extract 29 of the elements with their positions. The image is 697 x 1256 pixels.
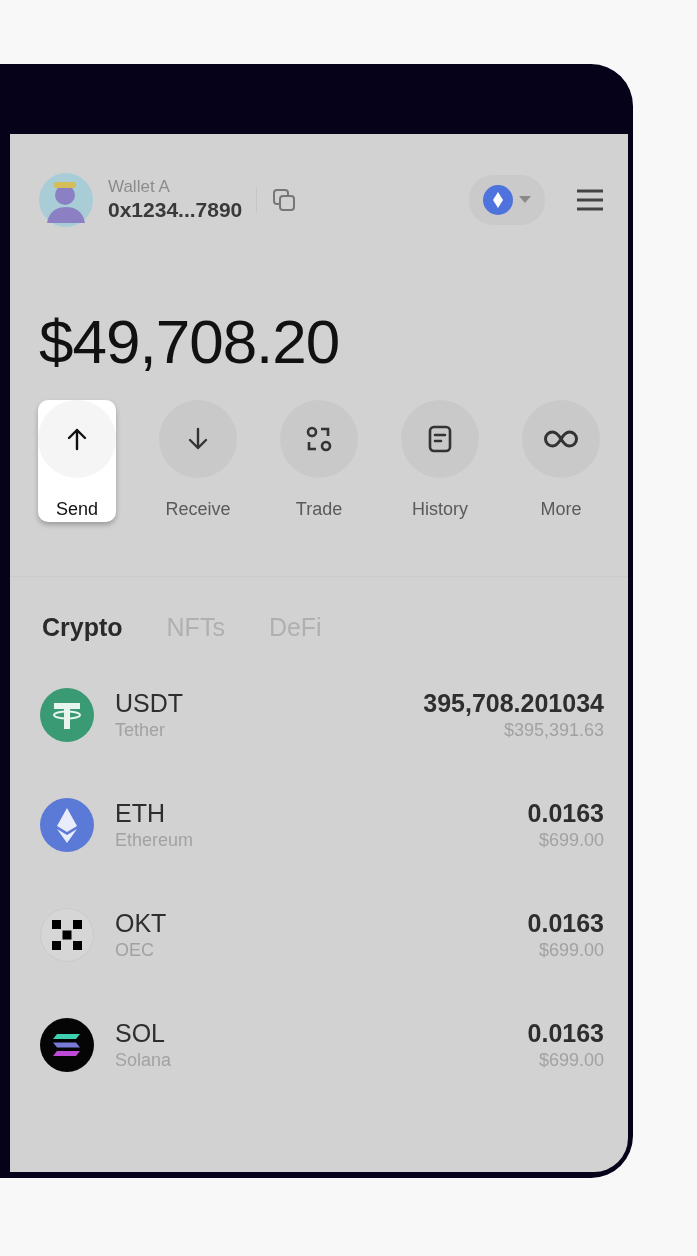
menu-icon — [576, 189, 604, 211]
swap-icon — [305, 425, 333, 453]
total-balance: $49,708.20 — [39, 307, 341, 377]
action-button[interactable]: Send — [38, 400, 116, 522]
asset-amount: 0.0163 — [527, 1018, 604, 1048]
asset-tab[interactable]: Crypto — [42, 613, 123, 642]
asset-symbol: ETH — [115, 798, 166, 828]
caret-icon — [519, 196, 531, 204]
down-arrow-icon — [187, 427, 209, 451]
checker-coin-icon — [40, 908, 94, 962]
asset-symbol: SOL — [115, 1018, 167, 1048]
network-selector[interactable] — [469, 175, 545, 225]
asset-symbol: USDT — [115, 688, 185, 718]
asset-amount: 0.0163 — [527, 798, 604, 828]
up-arrow-icon — [66, 427, 88, 451]
wallet-address: 0x1234...7890 — [108, 197, 243, 223]
asset-amount: 0.0163 — [527, 908, 604, 938]
infinity-icon — [544, 429, 578, 449]
document-icon — [428, 425, 452, 453]
asset-symbol: OKT — [115, 908, 168, 938]
menu-button[interactable] — [576, 189, 604, 211]
avatar-icon — [39, 173, 93, 227]
wallet-name: Wallet A — [108, 177, 171, 197]
tether-coin-icon — [40, 688, 94, 742]
ethereum-icon — [483, 185, 513, 215]
asset-amount: 395,708.201034 — [423, 688, 604, 718]
ethereum-coin-icon — [40, 798, 94, 852]
copy-icon[interactable] — [272, 188, 297, 212]
solana-coin-icon — [40, 1018, 94, 1072]
